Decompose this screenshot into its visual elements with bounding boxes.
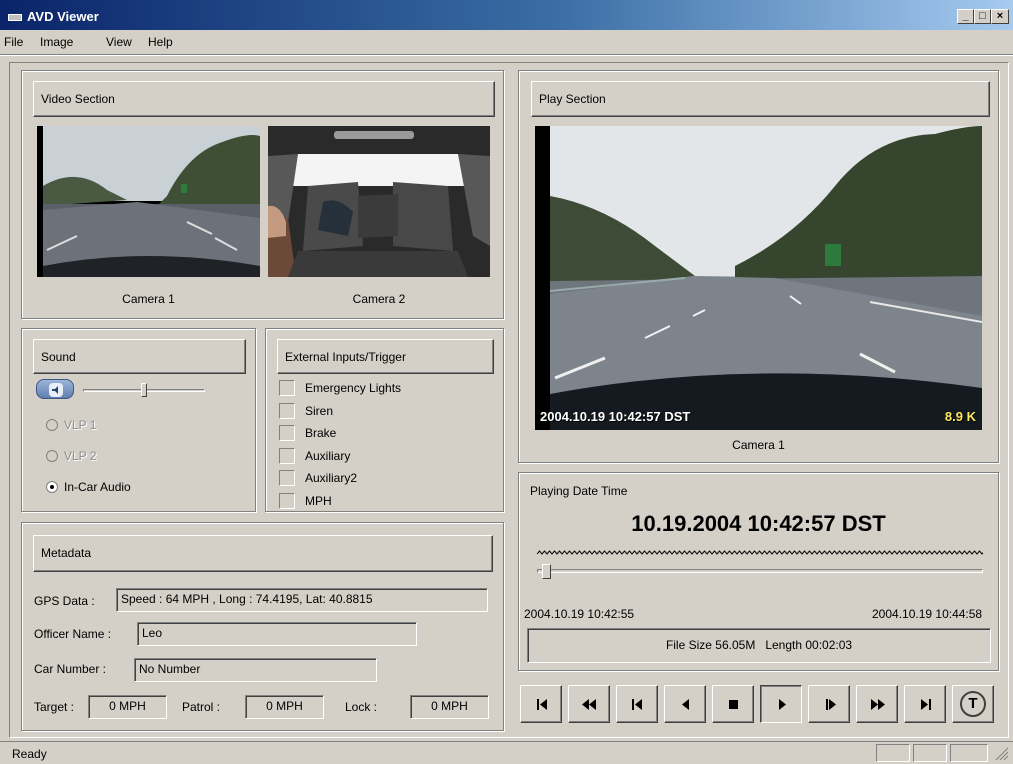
camera1-thumbnail[interactable] [37,126,260,277]
play-icon [779,699,786,710]
status-pane-3 [950,744,988,762]
main-video-player[interactable]: 2004.10.19 10:42:57 DST 8.9 K [535,126,982,430]
menu-bar: File Image View Help [0,30,1013,52]
sound-header[interactable]: Sound [33,339,246,374]
radio-vlp1-label: VLP 1 [64,418,97,432]
close-button[interactable]: × [991,9,1009,24]
playing-label: Playing Date Time [530,484,628,498]
step-back-icon [632,699,642,710]
checkbox-auxiliary2[interactable] [279,470,295,486]
go-end-icon [921,699,931,710]
checkbox-siren[interactable] [279,403,295,419]
resize-grip-icon[interactable] [995,747,1009,761]
main-video-frame [549,126,982,430]
video-section-header[interactable]: Video Section [33,81,495,117]
maximize-button[interactable]: □ [974,9,991,24]
label-auxiliary: Auxiliary [305,449,351,463]
lock-field: 0 MPH [410,695,489,719]
go-end-button[interactable] [904,685,946,723]
app-icon [8,14,22,21]
camera1-frame [43,126,260,277]
speaker-button[interactable] [36,379,74,399]
label-emergency-lights: Emergency Lights [305,381,402,395]
label-mph: MPH [305,494,332,508]
label-auxiliary2: Auxiliary2 [305,471,358,485]
play-section-header[interactable]: Play Section [531,81,990,117]
radio-vlp2[interactable] [46,450,58,462]
officer-label: Officer Name : [34,627,112,641]
fast-rewind-button[interactable] [568,685,610,723]
gps-label: GPS Data : [34,594,95,608]
timeline-track[interactable] [537,569,983,573]
go-start-icon [537,699,547,710]
video-timestamp-overlay: 2004.10.19 10:42:57 DST [540,409,691,424]
timestamp-icon: T [960,691,986,717]
checkbox-brake[interactable] [279,425,295,441]
metadata-header[interactable]: Metadata [33,535,493,572]
stop-icon [729,700,738,709]
title-bar[interactable]: AVD Viewer _ □ × [0,0,1013,30]
checkbox-auxiliary[interactable] [279,448,295,464]
menu-image[interactable]: Image [40,35,73,49]
menu-file[interactable]: File [4,35,23,49]
speaker-icon [49,383,63,397]
external-inputs-header[interactable]: External Inputs/Trigger [277,339,494,374]
start-time: 2004.10.19 10:42:55 [524,607,635,621]
lock-label: Lock : [345,700,378,714]
radio-in-car-audio[interactable] [46,481,58,493]
fast-forward-icon [871,699,885,710]
file-info: File Size 56.05M Length 00:02:03 [527,628,991,663]
timeline-ticks [537,550,983,555]
video-bitrate-overlay: 8.9 K [944,409,976,424]
go-start-button[interactable] [520,685,562,723]
status-pane-2 [913,744,947,762]
window-title: AVD Viewer [27,9,99,24]
gps-field: Speed : 64 MPH , Long : 74.4195, Lat: 40… [116,588,488,612]
step-back-button[interactable] [616,685,658,723]
play-camera-label: Camera 1 [732,438,785,452]
label-siren: Siren [305,404,334,418]
checkbox-emergency-lights[interactable] [279,380,295,396]
camera2-label: Camera 2 [352,292,406,306]
checkbox-mph[interactable] [279,493,295,509]
play-reverse-button[interactable] [664,685,706,723]
status-divider [0,741,1013,742]
car-number-label: Car Number : [34,662,107,676]
menu-divider-highlight [0,55,1013,56]
volume-slider-thumb[interactable] [141,383,147,397]
timeline-thumb[interactable] [541,564,551,579]
target-label: Target : [34,700,75,714]
radio-in-car-audio-label: In-Car Audio [64,480,131,494]
target-field: 0 MPH [88,695,167,719]
timestamp-button[interactable]: T [952,685,994,723]
status-text: Ready [12,747,47,761]
camera2-thumbnail[interactable] [268,126,490,277]
radio-vlp1[interactable] [46,419,58,431]
camera2-frame [268,126,490,277]
radio-vlp2-label: VLP 2 [64,449,97,463]
play-button[interactable] [760,685,802,723]
end-time: 2004.10.19 10:44:58 [872,607,983,621]
status-pane-1 [876,744,910,762]
menu-view[interactable]: View [106,35,132,49]
fast-rewind-icon [582,699,596,710]
play-reverse-icon [682,699,689,710]
playing-datetime: 10.19.2004 10:42:57 DST [631,511,886,536]
label-brake: Brake [305,426,337,440]
camera1-label: Camera 1 [122,292,175,306]
menu-help[interactable]: Help [148,35,173,49]
step-forward-button[interactable] [808,685,850,723]
patrol-field: 0 MPH [245,695,324,719]
car-number-field: No Number [134,658,377,682]
step-forward-icon [826,699,836,710]
minimize-button[interactable]: _ [957,9,974,24]
patrol-label: Patrol : [182,700,221,714]
fast-forward-button[interactable] [856,685,898,723]
stop-button[interactable] [712,685,754,723]
officer-field: Leo [137,622,417,646]
